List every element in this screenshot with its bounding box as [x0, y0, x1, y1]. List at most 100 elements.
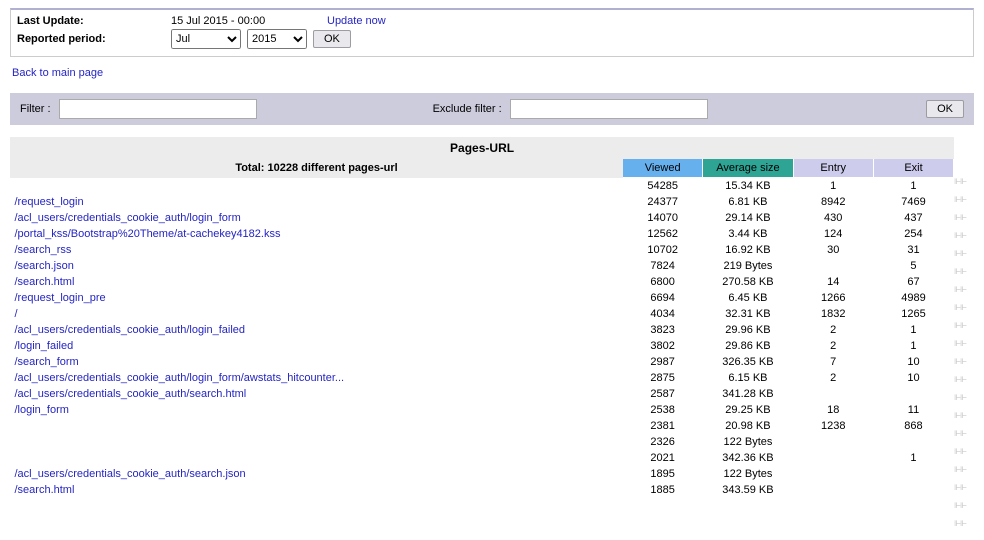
url-cell: /acl_users/credentials_cookie_auth/searc… — [11, 466, 623, 482]
entry-cell: 124 — [793, 226, 873, 242]
table-row: 5428515.34 KB11 — [11, 178, 954, 195]
entry-cell: 1 — [793, 178, 873, 195]
entry-cell: 1832 — [793, 306, 873, 322]
url-cell: /acl_users/credentials_cookie_auth/login… — [11, 210, 623, 226]
viewed-cell: 3823 — [623, 322, 703, 338]
year-select[interactable]: 2015 — [247, 29, 307, 49]
url-link[interactable]: /search.html — [15, 276, 75, 288]
exit-cell: 10 — [873, 354, 953, 370]
exit-cell: 5 — [873, 258, 953, 274]
viewed-cell: 54285 — [623, 178, 703, 195]
exit-cell: 1 — [873, 178, 953, 195]
viewed-cell: 1885 — [623, 482, 703, 498]
filter-bar: Filter : Exclude filter : OK — [10, 93, 974, 125]
avg-cell: 15.34 KB — [703, 178, 793, 195]
url-link[interactable]: /portal_kss/Bootstrap%20Theme/at-cacheke… — [15, 228, 281, 240]
url-link[interactable]: /login_form — [15, 404, 69, 416]
viewed-cell: 4034 — [623, 306, 703, 322]
url-link[interactable]: /acl_users/credentials_cookie_auth/searc… — [15, 388, 247, 400]
table-row: /request_login_pre66946.45 KB12664989 — [11, 290, 954, 306]
month-select[interactable]: Jul — [171, 29, 241, 49]
reported-period-label: Reported period: — [17, 33, 165, 45]
back-to-main-link[interactable]: Back to main page — [12, 67, 103, 79]
entry-cell — [793, 450, 873, 466]
viewed-cell: 2538 — [623, 402, 703, 418]
table-row: /search_rss1070216.92 KB3031 — [11, 242, 954, 258]
url-link[interactable]: /acl_users/credentials_cookie_auth/login… — [15, 324, 246, 336]
avg-cell: 219 Bytes — [703, 258, 793, 274]
exit-cell: 868 — [873, 418, 953, 434]
table-total: Total: 10228 different pages-url — [11, 159, 623, 178]
avg-cell: 32.31 KB — [703, 306, 793, 322]
exit-cell — [873, 434, 953, 450]
period-ok-button[interactable]: OK — [313, 30, 351, 48]
col-entry: Entry — [793, 159, 873, 178]
url-cell: /search_form — [11, 354, 623, 370]
url-link[interactable]: /search_form — [15, 356, 79, 368]
exclude-filter-input[interactable] — [510, 99, 708, 119]
viewed-cell: 2587 — [623, 386, 703, 402]
avg-cell: 29.86 KB — [703, 338, 793, 354]
exit-cell: 1 — [873, 450, 953, 466]
exit-cell: 1265 — [873, 306, 953, 322]
filter-ok-button[interactable]: OK — [926, 100, 964, 118]
avg-cell: 29.14 KB — [703, 210, 793, 226]
exit-cell — [873, 386, 953, 402]
viewed-cell: 6800 — [623, 274, 703, 290]
url-link[interactable]: /acl_users/credentials_cookie_auth/login… — [15, 372, 345, 384]
entry-cell: 30 — [793, 242, 873, 258]
url-cell: /login_form — [11, 402, 623, 418]
exit-cell: 10 — [873, 370, 953, 386]
entry-cell: 2 — [793, 338, 873, 354]
avg-cell: 341.28 KB — [703, 386, 793, 402]
entry-cell: 430 — [793, 210, 873, 226]
col-avg-size: Average size — [703, 159, 793, 178]
entry-cell: 7 — [793, 354, 873, 370]
url-cell: /search.html — [11, 482, 623, 498]
url-cell: /acl_users/credentials_cookie_auth/login… — [11, 322, 623, 338]
avg-cell: 270.58 KB — [703, 274, 793, 290]
exit-cell: 67 — [873, 274, 953, 290]
url-link[interactable]: /acl_users/credentials_cookie_auth/login… — [15, 212, 241, 224]
entry-cell — [793, 434, 873, 450]
avg-cell: 6.15 KB — [703, 370, 793, 386]
avg-cell: 326.35 KB — [703, 354, 793, 370]
entry-cell: 1266 — [793, 290, 873, 306]
url-link[interactable]: /acl_users/credentials_cookie_auth/searc… — [15, 468, 246, 480]
table-row: 2326122 Bytes — [11, 434, 954, 450]
update-now-link[interactable]: Update now — [327, 15, 386, 27]
filter-input[interactable] — [59, 99, 257, 119]
viewed-cell: 7824 — [623, 258, 703, 274]
url-link[interactable]: /search_rss — [15, 244, 72, 256]
viewed-cell: 12562 — [623, 226, 703, 242]
table-title: Pages-URL — [11, 138, 954, 159]
url-cell — [11, 418, 623, 434]
table-row: /acl_users/credentials_cookie_auth/searc… — [11, 386, 954, 402]
exit-cell: 437 — [873, 210, 953, 226]
entry-cell — [793, 258, 873, 274]
last-update-value: 15 Jul 2015 - 00:00 — [171, 15, 321, 27]
url-link[interactable]: /login_failed — [15, 340, 74, 352]
url-link[interactable]: /request_login_pre — [15, 292, 106, 304]
url-link[interactable]: / — [15, 308, 18, 320]
viewed-cell: 2326 — [623, 434, 703, 450]
url-cell: /search.html — [11, 274, 623, 290]
table-row: /portal_kss/Bootstrap%20Theme/at-cacheke… — [11, 226, 954, 242]
url-link[interactable]: /search.html — [15, 484, 75, 496]
viewed-cell: 10702 — [623, 242, 703, 258]
table-row: /request_login243776.81 KB89427469 — [11, 194, 954, 210]
exit-cell: 11 — [873, 402, 953, 418]
entry-cell: 14 — [793, 274, 873, 290]
viewed-cell: 2875 — [623, 370, 703, 386]
url-cell: / — [11, 306, 623, 322]
avg-cell: 343.59 KB — [703, 482, 793, 498]
entry-cell: 2 — [793, 370, 873, 386]
entry-cell — [793, 466, 873, 482]
entry-cell — [793, 482, 873, 498]
viewed-cell: 2987 — [623, 354, 703, 370]
url-cell: /search.json — [11, 258, 623, 274]
table-row: /search.html 6800270.58 KB1467 — [11, 274, 954, 290]
url-link[interactable]: /search.json — [15, 260, 74, 272]
table-row: /acl_users/credentials_cookie_auth/login… — [11, 322, 954, 338]
url-link[interactable]: /request_login — [15, 196, 84, 208]
